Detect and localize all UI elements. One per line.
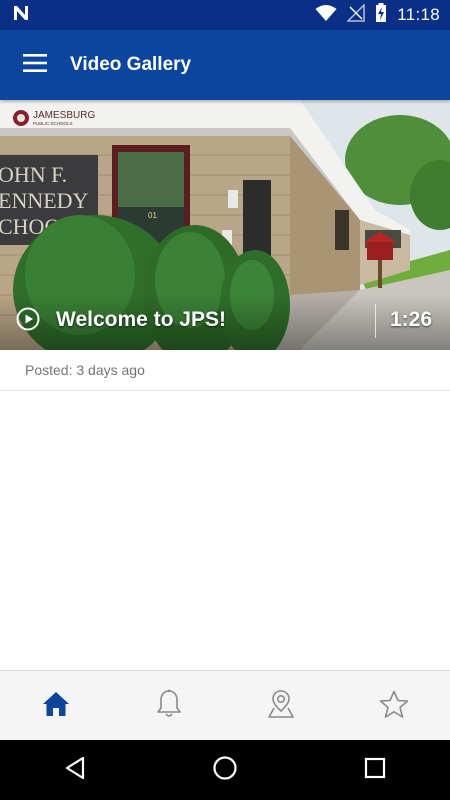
video-title[interactable]: Welcome to JPS!	[56, 308, 226, 332]
back-triangle-icon	[64, 756, 86, 785]
duration-divider	[375, 304, 376, 338]
logo-text: JAMESBURG	[33, 110, 95, 121]
video-duration: 1:26	[389, 308, 432, 331]
logo-subtext: PUBLIC SCHOOLS	[33, 121, 73, 126]
hamburger-menu-icon	[23, 53, 47, 77]
home-circle-icon	[212, 755, 238, 786]
recents-square-icon	[364, 757, 386, 784]
home-icon	[42, 691, 70, 722]
play-icon[interactable]	[16, 307, 40, 331]
map-pin-icon	[267, 689, 295, 724]
menu-button[interactable]	[0, 30, 70, 100]
notification-n-icon	[12, 4, 30, 27]
back-button[interactable]	[45, 740, 105, 800]
system-nav-bar	[0, 740, 450, 800]
posted-date: Posted: 3 days ago	[25, 362, 145, 378]
door-number: 01	[148, 211, 157, 220]
bottom-nav	[0, 670, 450, 741]
recents-button[interactable]	[345, 740, 405, 800]
status-bar: 11:18	[0, 0, 450, 30]
video-meta-row: Posted: 3 days ago	[0, 350, 450, 391]
nav-map[interactable]	[251, 676, 311, 736]
wifi-icon	[315, 4, 337, 27]
status-time: 11:18	[397, 5, 440, 24]
nav-notifications[interactable]	[139, 676, 199, 736]
video-card[interactable]: OHN F. ENNEDY CHOO 01 JAMESBURG PUBLIC S…	[0, 100, 450, 350]
no-signal-icon	[346, 2, 365, 27]
nav-home[interactable]	[26, 676, 86, 736]
bell-icon	[156, 689, 182, 724]
page-title: Video Gallery	[70, 54, 192, 75]
battery-charging-icon	[375, 2, 387, 28]
nav-favorites[interactable]	[364, 676, 424, 736]
sign-line-2: ENNEDY	[0, 188, 89, 213]
star-icon	[379, 690, 409, 723]
home-button[interactable]	[195, 740, 255, 800]
sign-line-1: OHN F.	[0, 162, 67, 187]
app-bar: Video Gallery	[0, 30, 450, 100]
